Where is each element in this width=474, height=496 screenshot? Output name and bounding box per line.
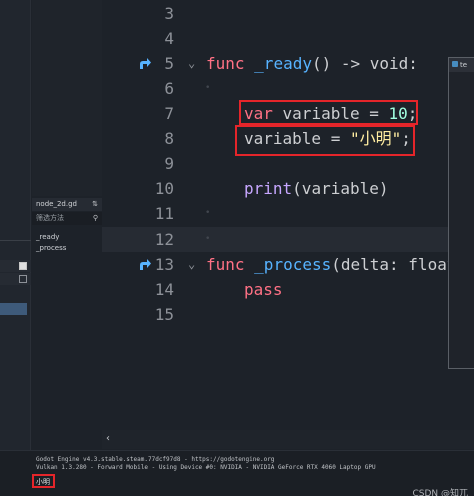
code-function-name: _ready <box>254 54 312 73</box>
code-keyword: func <box>206 54 245 73</box>
chevron-left-icon[interactable]: ‹ <box>106 431 110 447</box>
line-number: 10 <box>154 179 174 198</box>
search-icon: ⚲ <box>92 214 98 222</box>
highlight-box <box>32 474 55 488</box>
code-function-name: _process <box>254 255 332 274</box>
code-text: : <box>408 54 418 73</box>
line-number: 12 <box>154 230 174 249</box>
highlight-box <box>239 100 418 125</box>
dock-row[interactable] <box>0 273 31 285</box>
checkbox[interactable] <box>19 275 27 283</box>
dock-divider <box>0 240 31 241</box>
godot-icon <box>452 61 458 67</box>
code-line-5: func _ready() -> void: <box>206 51 418 76</box>
editor-scrollbar[interactable]: ‹ <box>102 430 474 449</box>
fold-chevron-icon[interactable]: ⌄ <box>188 252 195 277</box>
code-call: print <box>244 179 293 198</box>
code-line-13: func _process(delta: float <box>206 252 456 277</box>
code-line-10: print(variable) <box>244 176 389 201</box>
floating-window[interactable]: te <box>448 57 474 369</box>
line-number: 15 <box>154 305 174 324</box>
dock-selected-row[interactable] <box>0 303 27 315</box>
floating-window-title-text: te <box>460 61 468 69</box>
line-number: 7 <box>164 104 174 123</box>
line-number: 3 <box>164 4 174 23</box>
code-keyword: pass <box>244 280 283 299</box>
script-list-top <box>32 0 102 196</box>
code-text: (delta: <box>331 255 409 274</box>
line-number: 4 <box>164 29 174 48</box>
code-text: (variable) <box>292 179 389 198</box>
indent-dot: • <box>205 234 211 244</box>
code-line-14: pass <box>244 277 283 302</box>
highlight-box <box>235 125 415 156</box>
checkbox[interactable] <box>19 262 27 270</box>
indent-dot: • <box>205 83 211 93</box>
script-file-item[interactable]: node_2d.gd ⇅ <box>32 198 102 211</box>
floating-window-title[interactable]: te <box>449 58 474 72</box>
left-dock <box>0 0 31 450</box>
indent-dot: • <box>205 208 211 218</box>
method-item-process[interactable]: _process <box>36 243 66 253</box>
output-panel: Godot Engine v4.3.stable.steam.77dcf97d8… <box>0 450 474 496</box>
line-number: 9 <box>164 154 174 173</box>
script-file-name: node_2d.gd <box>36 200 77 208</box>
override-arrow-icon[interactable] <box>138 57 152 71</box>
line-number: 11 <box>154 204 174 223</box>
code-editor[interactable]: 3 4 5 6 7 8 9 10 11 12 13 14 15 ⌄ ⌄ • • … <box>102 0 474 430</box>
output-line: Godot Engine v4.3.stable.steam.77dcf97d8… <box>36 456 275 463</box>
filter-placeholder: 筛选方法 <box>36 214 64 222</box>
method-item-ready[interactable]: _ready <box>36 232 59 242</box>
code-type: void <box>369 54 409 73</box>
line-number: 6 <box>164 79 174 98</box>
code-keyword: func <box>206 255 245 274</box>
sort-icon[interactable]: ⇅ <box>92 198 98 211</box>
fold-chevron-icon[interactable]: ⌄ <box>188 51 195 76</box>
output-line: Vulkan 1.3.280 - Forward Mobile - Using … <box>36 464 376 471</box>
code-text: () -> <box>311 54 370 73</box>
line-number: 14 <box>154 280 174 299</box>
line-number: 8 <box>164 129 174 148</box>
dock-row[interactable] <box>0 260 31 272</box>
watermark: CSDN @知兀 <box>412 489 468 496</box>
script-list-panel: node_2d.gd ⇅ 筛选方法 ⚲ _ready _process <box>32 0 102 450</box>
override-arrow-icon[interactable] <box>138 258 152 272</box>
filter-methods-input[interactable]: 筛选方法 ⚲ <box>32 212 102 225</box>
